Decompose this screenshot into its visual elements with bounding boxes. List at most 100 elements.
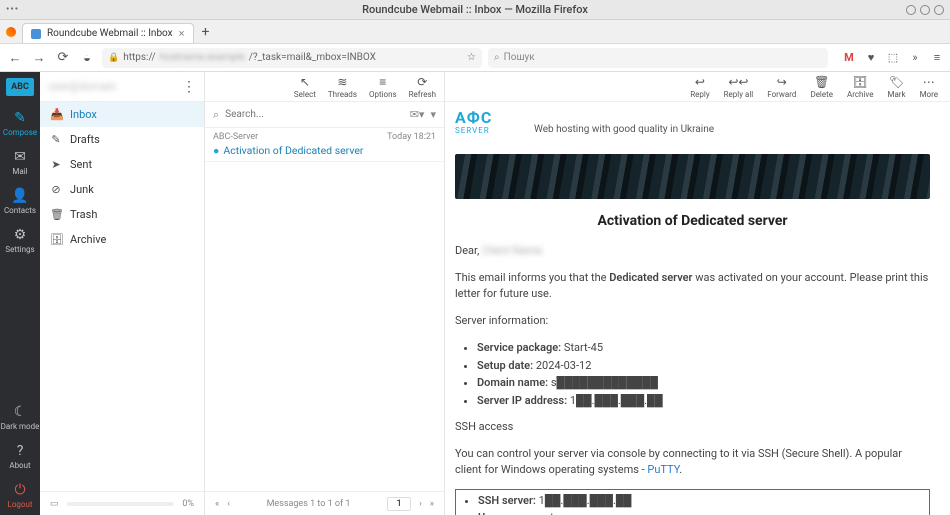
app-sidebar: ABC ✎Compose ✉Mail 👤Contacts ⚙Settings ☾…	[0, 72, 40, 515]
junk-icon: ⊘	[50, 183, 62, 196]
bookmark-star-icon[interactable]: ☆	[467, 52, 476, 63]
sent-icon: ➤	[50, 158, 62, 171]
folder-inbox[interactable]: 📥Inbox	[40, 102, 204, 127]
close-window-icon[interactable]	[934, 5, 944, 15]
tab-title: Roundcube Webmail :: Inbox	[47, 28, 173, 39]
tag-icon: 🏷	[887, 75, 905, 89]
compose-icon: ✎	[0, 110, 40, 126]
new-tab-button[interactable]: +	[194, 21, 218, 43]
content-toolbar: ↩Reply ↩↩Reply all ↪Forward 🗑Delete 🗄Arc…	[445, 72, 950, 102]
storage-meter: ▭ 0%	[40, 491, 204, 515]
browser-tabbar: Roundcube Webmail :: Inbox × +	[0, 20, 950, 44]
search-input[interactable]	[225, 109, 404, 120]
account-menu-icon[interactable]: ⋮	[182, 79, 196, 95]
ublock-icon[interactable]: ♥	[864, 51, 878, 65]
more-icon: ⋯	[920, 75, 938, 89]
gear-icon: ⚙	[0, 227, 40, 243]
search-scope-icon[interactable]: ✉▾	[410, 108, 425, 121]
gmail-icon[interactable]: M	[842, 51, 856, 65]
intro-text: This email informs you that the Dedicate…	[455, 270, 930, 303]
message-row[interactable]: ABC-ServerToday 18:21 ●Activation of Ded…	[205, 128, 444, 162]
overflow-icon[interactable]: »	[908, 51, 922, 65]
folder-sent[interactable]: ➤Sent	[40, 152, 204, 177]
greeting: Dear, Client Name	[455, 243, 930, 260]
archive-action-icon: 🗄	[847, 75, 873, 89]
url-scheme: https://	[123, 52, 155, 63]
browser-search[interactable]: ⌕ Пошук	[488, 48, 828, 68]
reply-icon: ↩	[690, 75, 709, 89]
app-menu-icon[interactable]: •••	[6, 4, 19, 15]
forward-button[interactable]: ↪Forward	[767, 75, 796, 99]
sidebar-contacts[interactable]: 👤Contacts	[0, 182, 40, 221]
search-placeholder: Пошук	[504, 52, 535, 63]
message-subject: Activation of Dedicated server	[223, 144, 363, 157]
address-bar[interactable]: 🔒 https:// hostname.example /?_task=mail…	[102, 48, 482, 68]
more-button[interactable]: ⋯More	[920, 75, 938, 99]
reload-button[interactable]: ⟳	[54, 50, 72, 65]
sidebar-settings[interactable]: ⚙Settings	[0, 221, 40, 260]
email-title: Activation of Dedicated server	[455, 213, 930, 229]
refresh-button[interactable]: ⟳Refresh	[409, 75, 436, 99]
folder-junk[interactable]: ⊘Junk	[40, 177, 204, 202]
search-options-icon[interactable]: ▾	[430, 108, 436, 121]
archive-button[interactable]: 🗄Archive	[847, 75, 873, 99]
power-icon: ⏻	[0, 482, 40, 498]
lock-icon: 🔒	[108, 53, 119, 63]
url-path: /?_task=mail&_mbox=INBOX	[249, 52, 376, 63]
tab-favicon-icon	[31, 29, 41, 39]
ssh-paragraph: You can control your server via console …	[455, 446, 930, 479]
select-button[interactable]: ↖Select	[294, 75, 316, 99]
sidebar-logout[interactable]: ⏻Logout	[0, 476, 40, 515]
forward-button[interactable]: →	[30, 50, 48, 66]
hero-image	[455, 154, 930, 199]
refresh-icon: ⟳	[409, 75, 436, 89]
pager-first[interactable]: «	[215, 499, 219, 509]
minimize-icon[interactable]	[906, 5, 916, 15]
message-content-pane: ↩Reply ↩↩Reply all ↪Forward 🗑Delete 🗄Arc…	[445, 72, 950, 515]
reply-button[interactable]: ↩Reply	[690, 75, 709, 99]
maximize-icon[interactable]	[920, 5, 930, 15]
sidebar-darkmode[interactable]: ☾Dark mode	[0, 398, 40, 437]
folder-archive[interactable]: 🗄Archive	[40, 227, 204, 252]
cursor-icon: ↖	[294, 75, 316, 89]
reply-all-icon: ↩↩	[724, 75, 754, 89]
putty-link[interactable]: PuTTY	[647, 463, 679, 476]
list-pager: « ‹ Messages 1 to 1 of 1 › »	[205, 491, 444, 515]
url-host-masked: hostname.example	[160, 52, 245, 63]
pager-next[interactable]: ›	[419, 499, 422, 509]
sidebar-compose[interactable]: ✎Compose	[0, 104, 40, 143]
inbox-icon: 📥	[50, 108, 62, 121]
reply-all-button[interactable]: ↩↩Reply all	[724, 75, 754, 99]
threads-button[interactable]: ≋Threads	[328, 75, 357, 99]
os-titlebar: ••• Roundcube Webmail :: Inbox — Mozilla…	[0, 0, 950, 20]
sidebar-about[interactable]: ?About	[0, 437, 40, 476]
browser-tab[interactable]: Roundcube Webmail :: Inbox ×	[22, 23, 194, 43]
email-body: AФC SERVER Web hosting with good quality…	[445, 102, 950, 515]
delete-button[interactable]: 🗑Delete	[810, 75, 833, 99]
pager-last[interactable]: »	[430, 499, 434, 509]
list-toolbar: ↖Select ≋Threads ≡Options ⟳Refresh	[205, 72, 444, 102]
shield-icon[interactable]: ◒	[78, 50, 96, 66]
storage-bar	[67, 502, 175, 506]
message-search[interactable]: ⌕ ✉▾ ▾	[205, 102, 444, 128]
pager-prev[interactable]: ‹	[227, 499, 230, 509]
tab-close-icon[interactable]: ×	[179, 27, 185, 40]
pager-page-input[interactable]	[387, 497, 411, 511]
app-menu-button[interactable]: ≡	[930, 51, 944, 65]
options-button[interactable]: ≡Options	[369, 75, 397, 99]
folder-drafts[interactable]: ✎Drafts	[40, 127, 204, 152]
question-icon: ?	[0, 443, 40, 459]
mark-button[interactable]: 🏷Mark	[887, 75, 905, 99]
browser-urlbar: ← → ⟳ ◒ 🔒 https:// hostname.example /?_t…	[0, 44, 950, 72]
contacts-icon: 👤	[0, 188, 40, 204]
back-button[interactable]: ←	[6, 50, 24, 66]
folder-list: user@domain ⋮ 📥Inbox ✎Drafts ➤Sent ⊘Junk…	[40, 72, 205, 515]
sidebar-mail[interactable]: ✉Mail	[0, 143, 40, 182]
folder-trash[interactable]: 🗑Trash	[40, 202, 204, 227]
extensions-icon[interactable]: ⬚	[886, 51, 900, 65]
moon-icon: ☾	[0, 404, 40, 420]
firefox-icon	[6, 27, 16, 37]
threads-icon: ≋	[328, 75, 357, 89]
sender-slogan: Web hosting with good quality in Ukraine	[534, 124, 714, 135]
unread-dot-icon: ●	[213, 144, 219, 157]
